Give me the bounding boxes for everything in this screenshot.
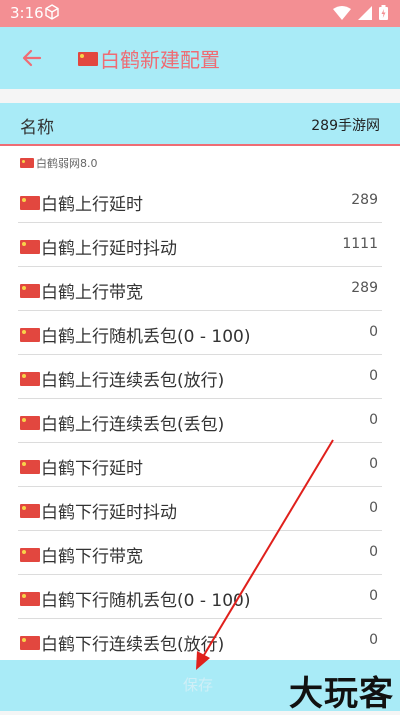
setting-value[interactable]: 1111 [342,236,378,252]
name-label: 名称 [20,118,54,138]
page-title-text: 白鹤新建配置 [100,48,220,72]
flag-icon [20,195,40,210]
signal-icon [358,5,372,24]
flag-icon [20,239,40,254]
setting-label: 白鹤下行延时 [41,459,143,479]
flag-icon [20,283,40,298]
flag-icon [20,591,40,606]
flag-icon [20,158,34,168]
config-form: 名称 289手游网 白鹤弱网8.0 白鹤上行延时 289 白鹤上行延时抖动 11… [0,103,400,699]
flag-icon [20,503,40,518]
setting-row[interactable]: 白鹤下行带宽 0 [18,531,382,575]
battery-icon [379,5,388,24]
setting-row[interactable]: 白鹤上行带宽 289 [18,267,382,311]
setting-row[interactable]: 白鹤上行延时抖动 1111 [18,223,382,267]
setting-value[interactable]: 0 [369,632,378,648]
setting-label: 白鹤下行带宽 [41,547,143,567]
flag-icon [20,459,40,474]
setting-row[interactable]: 白鹤下行延时 0 [18,443,382,487]
status-time: 3:16 [10,4,44,22]
setting-row[interactable]: 白鹤上行随机丢包(0 - 100) 0 [18,311,382,355]
app-bar: 白鹤新建配置 [0,27,400,89]
setting-value[interactable]: 289 [351,192,378,208]
flag-icon [20,635,40,650]
save-button-label: 保存 [183,676,214,694]
flag-icon [20,415,40,430]
setting-value[interactable]: 0 [369,456,378,472]
setting-row[interactable]: 白鹤上行连续丢包(放行) 0 [18,355,382,399]
setting-value[interactable]: 0 [369,544,378,560]
name-field[interactable]: 名称 289手游网 [0,103,400,146]
back-arrow-icon[interactable] [20,46,44,70]
section-subtitle-text: 白鹤弱网8.0 [36,157,98,170]
setting-label: 白鹤上行延时 [41,195,143,215]
setting-row[interactable]: 白鹤上行连续丢包(丢包) 0 [18,399,382,443]
setting-label: 白鹤上行连续丢包(放行) [41,371,225,391]
flag-icon [78,51,98,66]
setting-row[interactable]: 白鹤下行随机丢包(0 - 100) 0 [18,575,382,619]
page-title: 白鹤新建配置 [78,44,220,73]
watermark: 大玩客 [289,674,394,714]
setting-value[interactable]: 0 [369,324,378,340]
setting-value[interactable]: 0 [369,412,378,428]
setting-label: 白鹤下行延时抖动 [41,503,177,523]
setting-label: 白鹤上行随机丢包(0 - 100) [41,327,251,347]
flag-icon [20,327,40,342]
settings-list: 白鹤上行延时 289 白鹤上行延时抖动 1111 白鹤上行带宽 289 白鹤上行… [18,179,382,663]
name-value[interactable]: 289手游网 [311,115,380,135]
status-bar: 3:16 [0,0,400,27]
setting-value[interactable]: 0 [369,368,378,384]
setting-label: 白鹤上行延时抖动 [41,239,177,259]
setting-label: 白鹤上行带宽 [41,283,143,303]
setting-label: 白鹤上行连续丢包(丢包) [41,415,225,435]
setting-row[interactable]: 白鹤上行延时 289 [18,179,382,223]
section-subtitle: 白鹤弱网8.0 [20,155,98,171]
flag-icon [20,371,40,386]
flag-icon [20,547,40,562]
setting-label: 白鹤下行随机丢包(0 - 100) [41,591,251,611]
setting-value[interactable]: 0 [369,588,378,604]
wifi-icon [333,5,351,24]
setting-row[interactable]: 白鹤下行连续丢包(放行) 0 [18,619,382,663]
setting-label: 白鹤下行连续丢包(放行) [41,635,225,655]
setting-row[interactable]: 白鹤下行延时抖动 0 [18,487,382,531]
cube-icon [44,4,60,24]
setting-value[interactable]: 289 [351,280,378,296]
setting-value[interactable]: 0 [369,500,378,516]
